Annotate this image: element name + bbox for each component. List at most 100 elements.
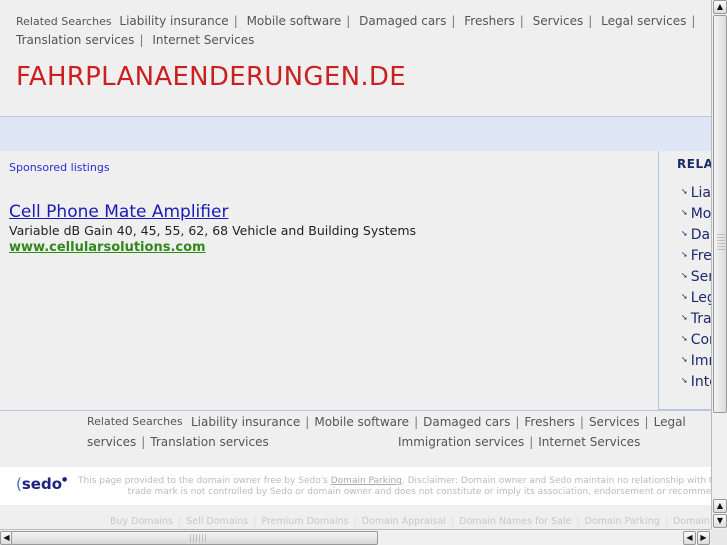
disclaimer: This page provided to the domain owner f… (78, 476, 711, 498)
bottom-related-link[interactable]: Mobile software (314, 415, 409, 429)
bottom-related-searches: Related Searches Liability insurance | Mobi… (87, 412, 711, 452)
panel-item[interactable]: ➘Liability insurance (681, 181, 711, 202)
panel-item[interactable]: ➘Freshers (681, 244, 711, 265)
arrow-icon: ➘ (681, 334, 688, 343)
bottom-related-link[interactable]: Liability insurance (191, 415, 300, 429)
disclaimer-text-line2: trade mark is not controlled by Sedo or … (127, 487, 711, 497)
related-searches-label: Related Searches (16, 15, 112, 28)
arrow-icon: ➘ (681, 271, 688, 280)
top-related-link[interactable]: Services (533, 14, 584, 28)
panel-item[interactable]: ➘Translation services (681, 307, 711, 328)
separator: | (305, 415, 310, 429)
scroll-up-button-lower[interactable]: ▲ (713, 499, 727, 513)
separator: | (579, 415, 584, 429)
footer-link[interactable]: Buy Domains (110, 516, 173, 527)
panel-item[interactable]: ➘Services (681, 265, 711, 286)
divider (0, 410, 711, 411)
arrow-icon: ➘ (681, 187, 688, 196)
panel-item-label: Immigration services (690, 353, 711, 369)
panel-title: RELATED SEARCHES (677, 157, 711, 171)
footer-link[interactable]: Domain Transfer (673, 516, 711, 527)
horizontal-scroll-thumb[interactable] (11, 531, 378, 545)
sedo-logo[interactable]: (sedo● (16, 475, 67, 493)
arrow-icon: ➘ (681, 376, 688, 385)
separator: | (515, 415, 520, 429)
separator: | (346, 14, 351, 28)
separator: | (353, 516, 357, 527)
domain-parking-link[interactable]: Domain Parking (331, 476, 402, 486)
bottom-related-link[interactable]: Freshers (524, 415, 575, 429)
separator: | (141, 435, 146, 449)
ad-url-link[interactable]: www.cellularsolutions.com (9, 239, 416, 256)
arrow-icon: ➘ (681, 229, 688, 238)
sponsored-listings-label: Sponsored listings (9, 161, 110, 174)
panel-item[interactable]: ➘Legal services (681, 286, 711, 307)
panel-item[interactable]: ➘Internet Services (681, 370, 711, 391)
panel-item[interactable]: ➘Mobile software (681, 202, 711, 223)
footer-link[interactable]: Domain Appraisal (362, 516, 446, 527)
separator: | (178, 516, 182, 527)
related-searches-label: Related Searches (87, 415, 183, 428)
separator: | (253, 516, 257, 527)
panel-item[interactable]: ➘Computer (681, 328, 711, 349)
top-related-link[interactable]: Damaged cars (359, 14, 446, 28)
vertical-scrollbar[interactable]: ▲ ▲ ▼ (711, 0, 727, 529)
panel-item-label: Legal services (690, 290, 711, 306)
horizontal-scrollbar[interactable]: ◀ ◀ ▶ (0, 529, 727, 545)
page-viewport: Related Searches Liability insurance | Mo… (0, 0, 711, 529)
footer-link[interactable]: Premium Domains (261, 516, 348, 527)
top-related-link[interactable]: Translation services (16, 33, 134, 47)
sedo-logo-text: sedo (21, 475, 63, 493)
panel-item-label: Computer (690, 332, 711, 348)
bottom-related-link[interactable]: Translation services (150, 435, 268, 449)
footer-link[interactable]: Domain Parking (585, 516, 660, 527)
scroll-down-icon: ▼ (716, 516, 724, 525)
panel-item[interactable]: ➘Immigration services (681, 349, 711, 370)
separator: | (529, 435, 534, 449)
bottom-related-link[interactable]: Internet Services (538, 435, 640, 449)
top-related-link[interactable]: Liability insurance (119, 14, 228, 28)
disclaimer-text: This page provided to the domain owner f… (78, 476, 331, 486)
separator: | (519, 14, 524, 28)
ad-listing: Cell Phone Mate Amplifier Variable dB Ga… (9, 202, 416, 256)
panel-item-label: Internet Services (690, 374, 711, 390)
vertical-scroll-thumb[interactable] (713, 15, 727, 413)
separator: | (450, 516, 455, 527)
arrow-icon: ➘ (681, 355, 688, 364)
registered-icon: ● (62, 476, 68, 483)
top-related-link[interactable]: Freshers (464, 14, 515, 28)
bottom-related-link[interactable]: Immigration services (398, 435, 524, 449)
scroll-up-icon: ▲ (716, 2, 724, 11)
site-title: FAHRPLANAENDERUNGEN.DE (16, 62, 406, 92)
scroll-left-icon: ◀ (3, 533, 10, 542)
scroll-left-button-lower[interactable]: ◀ (683, 531, 696, 545)
separator: | (576, 516, 580, 527)
arrow-icon: ➘ (681, 208, 688, 217)
header-band (0, 116, 711, 151)
ad-title-link[interactable]: Cell Phone Mate Amplifier (9, 202, 416, 222)
scroll-down-button[interactable]: ▼ (713, 514, 727, 528)
arrow-icon: ➘ (681, 292, 688, 301)
separator: | (451, 14, 456, 28)
top-related-link[interactable]: Mobile software (247, 14, 342, 28)
panel-item[interactable]: ➘Damaged cars (681, 223, 711, 244)
footer-link[interactable]: Sell Domains (186, 516, 248, 527)
scroll-right-button[interactable]: ▶ (697, 531, 710, 545)
bottom-related-link[interactable]: Services (589, 415, 640, 429)
separator: | (414, 415, 419, 429)
separator: | (233, 14, 238, 28)
scroll-up-button[interactable]: ▲ (713, 0, 727, 14)
grip-icon (717, 234, 725, 250)
footer-links: Buy Domains | Sell Domains | Premium Domains… (110, 516, 711, 527)
arrow-icon: ➘ (681, 250, 688, 259)
top-related-searches: Related Searches Liability insurance | Mo… (16, 12, 711, 49)
bottom-related-link[interactable]: Damaged cars (423, 415, 510, 429)
ad-description: Variable dB Gain 40, 45, 55, 62, 68 Vehi… (9, 223, 417, 238)
separator: | (644, 415, 649, 429)
top-related-link[interactable]: Legal services (601, 14, 686, 28)
panel-item-label: Liability insurance (690, 185, 711, 201)
related-searches-panel: RELATED SEARCHES ➘Liability insurance ➘M… (658, 151, 711, 410)
top-related-link[interactable]: Internet Services (152, 33, 254, 47)
footer-link[interactable]: Domain Names for Sale (459, 516, 571, 527)
scroll-up-icon: ▲ (716, 501, 724, 510)
